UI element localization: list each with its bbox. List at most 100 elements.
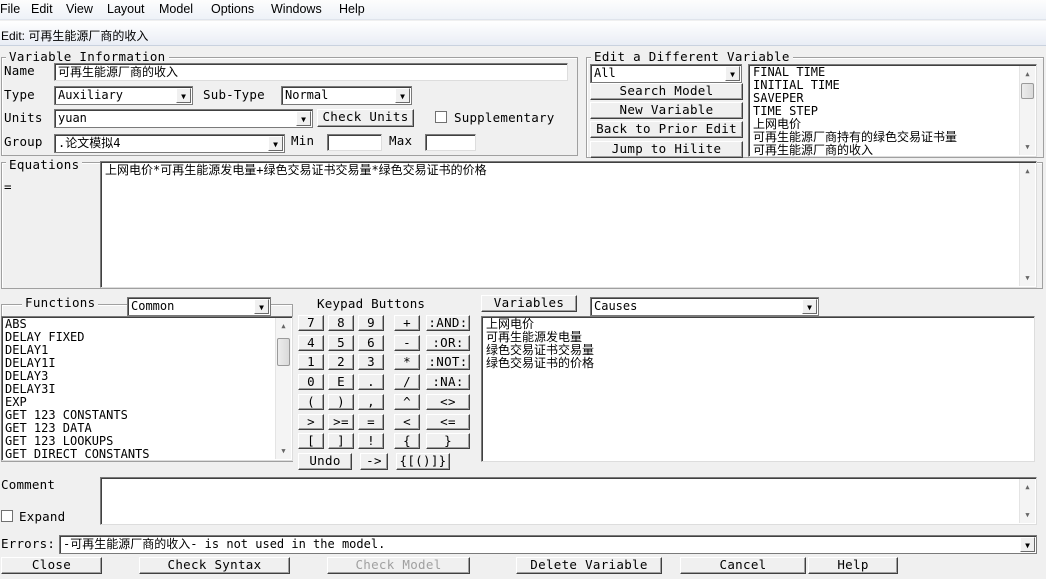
keypad-key[interactable]: 6: [358, 335, 384, 351]
supplementary-checkbox[interactable]: [435, 111, 447, 123]
function-category-select[interactable]: Common ▼: [127, 297, 271, 316]
keypad-key[interactable]: 9: [358, 315, 384, 331]
brackets-button[interactable]: {[()]}: [396, 453, 450, 470]
keypad-key[interactable]: ,: [358, 394, 384, 410]
chevron-down-icon[interactable]: ▼: [802, 299, 817, 314]
keypad-key[interactable]: <>: [426, 394, 470, 410]
expand-checkbox[interactable]: [1, 510, 13, 522]
chevron-down-icon[interactable]: ▼: [268, 136, 283, 151]
keypad-key[interactable]: >: [298, 414, 324, 430]
name-field[interactable]: 可再生能源厂商的收入: [54, 63, 568, 81]
menu-view[interactable]: View: [66, 2, 93, 16]
new-variable-button[interactable]: New Variable: [590, 102, 743, 119]
menu-windows[interactable]: Windows: [271, 2, 322, 16]
type-select[interactable]: Auxiliary ▼: [54, 86, 193, 105]
variables-mode-select[interactable]: Causes ▼: [590, 297, 819, 316]
keypad-key[interactable]: >=: [328, 414, 354, 430]
check-syntax-button[interactable]: Check Syntax: [139, 557, 290, 574]
keypad-key[interactable]: <: [394, 414, 420, 430]
keypad-key[interactable]: [: [298, 433, 324, 449]
keypad-key[interactable]: ): [328, 394, 354, 410]
keypad-key[interactable]: 8: [328, 315, 354, 331]
keypad-key[interactable]: }: [426, 433, 470, 449]
keypad-key[interactable]: {: [394, 433, 420, 449]
list-item[interactable]: 绿色交易证书的价格: [486, 357, 594, 370]
scroll-up-icon[interactable]: ▲: [1020, 163, 1035, 179]
check-units-button[interactable]: Check Units: [317, 109, 414, 127]
delete-variable-button[interactable]: Delete Variable: [516, 557, 662, 574]
scroll-down-icon[interactable]: ▼: [1020, 270, 1035, 286]
cancel-button[interactable]: Cancel: [680, 557, 806, 574]
keypad-key[interactable]: 4: [298, 335, 324, 351]
scroll-down-icon[interactable]: ▼: [1020, 507, 1035, 523]
list-item[interactable]: GET DIRECT CONSTANTS: [5, 448, 150, 461]
chevron-down-icon[interactable]: ▼: [254, 299, 269, 314]
group-select[interactable]: .论文模拟4 ▼: [54, 134, 285, 153]
search-model-button[interactable]: Search Model: [590, 83, 743, 100]
scroll-up-icon[interactable]: ▲: [1020, 66, 1035, 82]
causes-list[interactable]: 上网电价 可再生能源发电量 绿色交易证书交易量 绿色交易证书的价格: [481, 316, 1035, 462]
chevron-down-icon[interactable]: ▼: [395, 88, 410, 103]
undo-button[interactable]: Undo: [298, 453, 352, 470]
min-field[interactable]: [327, 134, 382, 151]
units-select[interactable]: yuan ▼: [54, 109, 313, 128]
arrow-button[interactable]: ->: [360, 453, 388, 470]
keypad-key[interactable]: (: [298, 394, 324, 410]
scroll-up-icon[interactable]: ▲: [1020, 479, 1035, 495]
comment-scrollbar[interactable]: ▲ ▼: [1019, 479, 1035, 523]
keypad-key[interactable]: 5: [328, 335, 354, 351]
variable-list[interactable]: FINAL TIME INITIAL TIME SAVEPER TIME STE…: [748, 64, 1037, 157]
menu-layout[interactable]: Layout: [107, 2, 145, 16]
keypad-key[interactable]: !: [358, 433, 384, 449]
keypad-key[interactable]: 7: [298, 315, 324, 331]
close-button[interactable]: Close: [1, 557, 102, 574]
menu-options[interactable]: Options: [211, 2, 254, 16]
keypad-key[interactable]: +: [394, 315, 420, 331]
keypad-key[interactable]: ]: [328, 433, 354, 449]
equation-scrollbar[interactable]: ▲ ▼: [1019, 163, 1035, 286]
keypad-key[interactable]: :AND:: [426, 315, 470, 331]
menu-edit[interactable]: Edit: [31, 2, 53, 16]
keypad-key[interactable]: :NA:: [426, 374, 470, 390]
keypad-key[interactable]: 1: [298, 354, 324, 370]
comment-field[interactable]: ▲ ▼: [100, 477, 1037, 525]
keypad-key[interactable]: =: [358, 414, 384, 430]
variable-filter-select[interactable]: All ▼: [590, 64, 742, 83]
equation-editor[interactable]: 上网电价*可再生能源发电量+绿色交易证书交易量*绿色交易证书的价格 ▲ ▼: [100, 161, 1037, 288]
keypad-key[interactable]: /: [394, 374, 420, 390]
variables-button[interactable]: Variables: [481, 295, 577, 312]
keypad-key[interactable]: ^: [394, 394, 420, 410]
function-list-scrollbar[interactable]: ▲ ▼: [275, 318, 291, 459]
scroll-thumb[interactable]: [277, 338, 290, 366]
chevron-down-icon[interactable]: ▼: [725, 66, 740, 81]
scroll-up-icon[interactable]: ▲: [276, 318, 291, 334]
keypad-key[interactable]: *: [394, 354, 420, 370]
menu-help[interactable]: Help: [339, 2, 365, 16]
keypad-key[interactable]: :OR:: [426, 335, 470, 351]
list-item[interactable]: 可再生能源厂商的收入: [753, 144, 957, 157]
errors-field[interactable]: -可再生能源厂商的收入- is not used in the model. ▼: [59, 535, 1037, 554]
back-to-prior-edit-button[interactable]: Back to Prior Edit: [590, 121, 743, 138]
keypad-key[interactable]: 3: [358, 354, 384, 370]
scroll-thumb[interactable]: [1021, 83, 1034, 99]
scroll-down-icon[interactable]: ▼: [1020, 139, 1035, 155]
max-field[interactable]: [425, 134, 476, 151]
chevron-down-icon[interactable]: ▼: [176, 88, 191, 103]
menu-file[interactable]: File: [0, 2, 20, 16]
keypad-key[interactable]: 2: [328, 354, 354, 370]
keypad-key[interactable]: <=: [426, 414, 470, 430]
keypad-key[interactable]: 0: [298, 374, 324, 390]
scroll-down-icon[interactable]: ▼: [276, 443, 291, 459]
function-list[interactable]: ABS DELAY FIXED DELAY1 DELAY1I DELAY3 DE…: [1, 316, 293, 461]
help-button[interactable]: Help: [808, 557, 898, 574]
chevron-down-icon[interactable]: ▼: [296, 111, 311, 126]
keypad-key[interactable]: :NOT:: [426, 354, 470, 370]
chevron-down-icon[interactable]: ▼: [1020, 537, 1035, 552]
menu-model[interactable]: Model: [159, 2, 193, 16]
keypad-key[interactable]: E: [328, 374, 354, 390]
keypad-key[interactable]: -: [394, 335, 420, 351]
subtype-select[interactable]: Normal ▼: [281, 86, 412, 105]
keypad-key[interactable]: .: [358, 374, 384, 390]
jump-to-hilite-button[interactable]: Jump to Hilite: [590, 141, 743, 158]
variable-list-scrollbar[interactable]: ▲ ▼: [1019, 66, 1035, 155]
